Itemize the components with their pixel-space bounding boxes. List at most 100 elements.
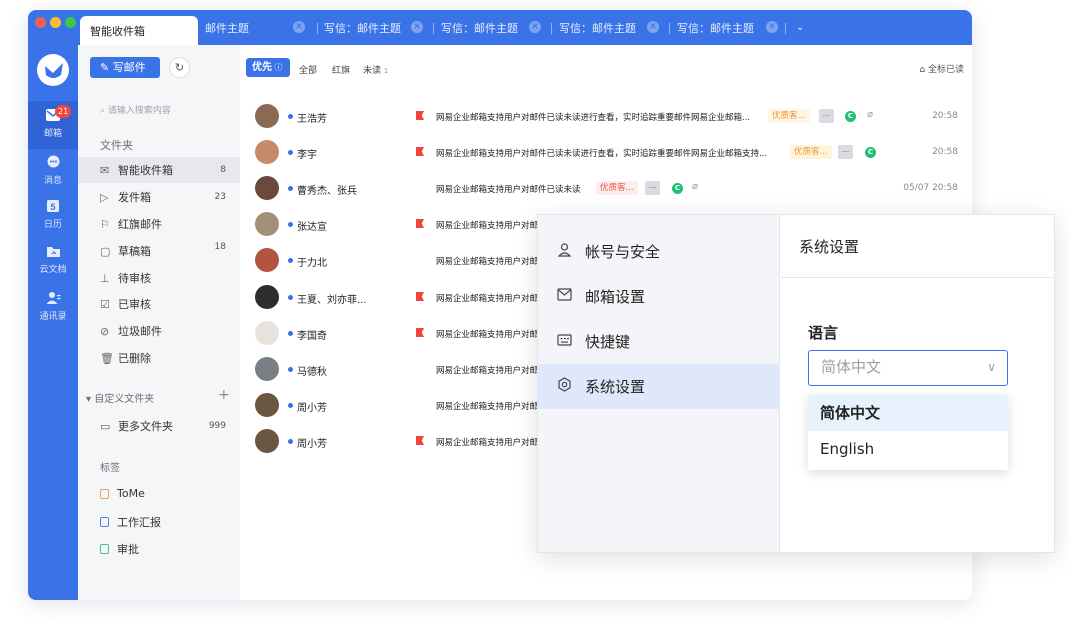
filter-tab-flagged[interactable]: 红旗: [332, 63, 350, 76]
mail-tag-chip[interactable]: 优质客...: [596, 181, 638, 195]
red-flag-icon[interactable]: [416, 219, 424, 228]
maximize-window-button[interactable]: [65, 17, 76, 28]
mail-sender: 王浩芳: [297, 114, 327, 125]
divider: [781, 277, 1055, 278]
red-flag-icon[interactable]: [416, 436, 424, 445]
red-flag-icon[interactable]: [416, 147, 424, 156]
language-option-en[interactable]: English: [808, 431, 1008, 467]
folder-deleted[interactable]: 🗑 已删除: [78, 345, 240, 371]
tab-close-icon[interactable]: ✕: [647, 21, 659, 33]
mail-sender: 于力北: [297, 258, 327, 269]
refresh-icon[interactable]: ↻: [169, 57, 190, 78]
tag-approval[interactable]: 审批: [100, 541, 139, 557]
red-flag-icon[interactable]: [416, 111, 424, 120]
language-option-zh[interactable]: 简体中文: [808, 395, 1008, 431]
folder-reviewed[interactable]: ☑ 已审核: [78, 291, 240, 317]
green-status-icon: C: [865, 147, 876, 158]
language-select[interactable]: 简体中文 ∨: [808, 350, 1008, 386]
settings-nav-label: 邮箱设置: [585, 288, 646, 306]
add-folder-icon[interactable]: +: [218, 387, 230, 403]
more-tags-icon[interactable]: ...: [838, 145, 853, 159]
more-tags-icon[interactable]: ...: [819, 109, 834, 123]
folder-drafts[interactable]: ▢ 草稿箱 18: [78, 238, 240, 264]
tag-label: 工作汇报: [117, 516, 161, 529]
rail-item-mail[interactable]: 21 邮箱: [28, 101, 78, 149]
mail-subject: 网易企业邮箱支持用户对邮件已读未读进行查看，实时追踪重要邮件网易企业邮箱...: [436, 113, 751, 123]
settings-dialog: 帐号与安全 邮箱设置 快捷键 系统设置 系统设置 语言 简体中文 ∨ 简体中文 …: [537, 214, 1055, 553]
tab-overflow-chevron-icon[interactable]: ⌄: [796, 10, 804, 45]
tab-divider: [669, 23, 670, 34]
close-window-button[interactable]: [35, 17, 46, 28]
settings-nav-system[interactable]: 系统设置: [538, 364, 780, 409]
folder-outbox[interactable]: ▷ 发件箱 23: [78, 184, 240, 210]
tab-compose-4[interactable]: 写信：邮件主题: [677, 10, 754, 45]
unread-dot: [288, 367, 293, 372]
mail-row[interactable]: 王浩芳 网易企业邮箱支持用户对邮件已读未读进行查看，实时追踪重要邮件网易企业邮箱.…: [240, 98, 972, 134]
mail-tag-chip[interactable]: 优质客...: [768, 109, 810, 123]
mail-filter-bar: 优先 ⓘ 全部 红旗 未读 1 ⌂ 全标已读: [240, 45, 972, 90]
minimize-window-button[interactable]: [50, 17, 61, 28]
settings-nav-shortcuts[interactable]: 快捷键: [538, 319, 780, 364]
mail-subject: 网易企业邮箱支持用户对邮件已读未读进行查看，实时追踪重要邮件网易企业邮箱支持..…: [436, 149, 768, 159]
rail-label: 通讯录: [39, 312, 67, 322]
search-icon: ⌕: [100, 106, 108, 116]
custom-folders-header[interactable]: ▾ 自定义文件夹: [86, 390, 154, 405]
red-flag-icon[interactable]: [416, 292, 424, 301]
chevron-down-icon: ∨: [987, 360, 996, 374]
tag-label: 审批: [117, 543, 139, 556]
settings-nav-label: 帐号与安全: [585, 243, 661, 261]
trash-icon: 🗑: [100, 351, 114, 365]
folder-smart-inbox[interactable]: ✉ 智能收件箱 8: [78, 157, 240, 183]
priority-filter-button[interactable]: 优先 ⓘ: [246, 58, 290, 77]
folder-count: 18: [214, 242, 226, 252]
mail-subject: 网易企业邮箱支持用户对邮: [436, 221, 539, 231]
more-tags-icon[interactable]: ...: [645, 181, 660, 195]
tab-close-icon[interactable]: ✕: [529, 21, 541, 33]
mail-row[interactable]: 李宇 网易企业邮箱支持用户对邮件已读未读进行查看，实时追踪重要邮件网易企业邮箱支持…: [240, 134, 972, 170]
settings-nav-account-security[interactable]: 帐号与安全: [538, 229, 780, 274]
mark-all-read-label: 全标已读: [927, 65, 964, 75]
flag-icon: ⚐: [100, 217, 110, 231]
compose-button[interactable]: ✎ 写邮件: [90, 57, 160, 78]
folder-icon: ▭: [100, 419, 111, 433]
mail-tag-chip[interactable]: 优质客...: [790, 145, 832, 159]
tab-compose-1[interactable]: 写信：邮件主题: [324, 10, 401, 45]
folder-more[interactable]: ▭ 更多文件夹 999: [78, 413, 240, 439]
mail-sender: 曹秀杰、张兵: [297, 186, 357, 197]
tab-close-icon[interactable]: ✕: [766, 21, 778, 33]
tab-mail-subject[interactable]: 邮件主题: [205, 10, 249, 45]
search-input[interactable]: ⌕ 请输入搜索内容: [100, 103, 171, 116]
unread-dot: [288, 150, 293, 155]
folder-spam[interactable]: ⊘ 垃圾邮件: [78, 318, 240, 344]
tab-compose-2[interactable]: 写信：邮件主题: [441, 10, 518, 45]
inbox-icon: ✉: [100, 163, 110, 177]
mail-subject: 网易企业邮箱支持用户对邮: [436, 330, 539, 340]
rail-item-cloud-docs[interactable]: 云文档: [28, 245, 78, 285]
mark-all-read-button[interactable]: ⌂ 全标已读: [919, 62, 964, 75]
rail-item-calendar[interactable]: 5 日历: [28, 199, 78, 239]
tab-divider: [785, 23, 786, 34]
rail-item-messages[interactable]: 消息: [28, 155, 78, 195]
tab-close-icon[interactable]: ✕: [293, 21, 305, 33]
filter-tab-unread[interactable]: 未读 1: [363, 63, 388, 76]
mail-sender: 周小芳: [297, 439, 327, 450]
tag-tome[interactable]: ToMe: [100, 487, 145, 500]
tab-close-icon[interactable]: ✕: [411, 21, 423, 33]
unread-dot: [288, 403, 293, 408]
tab-compose-3[interactable]: 写信：邮件主题: [559, 10, 636, 45]
settings-nav-mailbox[interactable]: 邮箱设置: [538, 274, 780, 319]
rail-label: 云文档: [39, 265, 67, 275]
folder-label: 草稿箱: [118, 245, 151, 258]
mail-sender: 周小芳: [297, 403, 327, 414]
folder-flagged[interactable]: ⚐ 红旗邮件: [78, 211, 240, 237]
red-flag-icon[interactable]: [416, 328, 424, 337]
filter-tab-all[interactable]: 全部: [299, 63, 317, 76]
mail-subject: 网易企业邮箱支持用户对邮: [436, 294, 539, 304]
folder-pending-review[interactable]: ⊥ 待审核: [78, 265, 240, 291]
unread-dot: [288, 186, 293, 191]
rail-item-contacts[interactable]: 通讯录: [28, 291, 78, 331]
cloud-doc-icon: [46, 247, 60, 257]
mail-row[interactable]: 曹秀杰、张兵 网易企业邮箱支持用户对邮件已读未读 优质客...... C ⌀ 05/07 …: [240, 170, 972, 206]
tab-smart-inbox[interactable]: 智能收件箱: [80, 16, 198, 45]
tag-work-report[interactable]: 工作汇报: [100, 514, 161, 530]
